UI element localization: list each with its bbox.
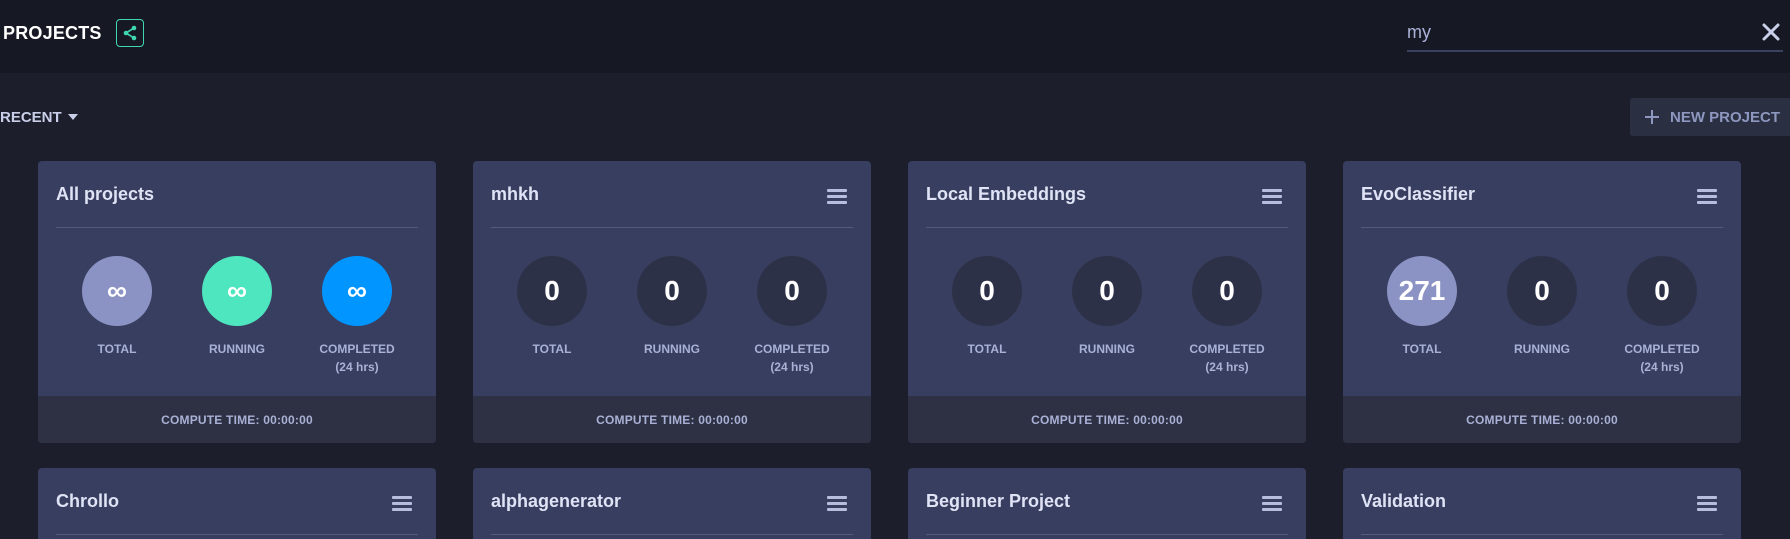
menu-icon[interactable]	[1697, 187, 1719, 205]
running-circle: 0	[637, 256, 707, 326]
total-circle: 0	[517, 256, 587, 326]
completed-sub-label: (24 hrs)	[335, 360, 379, 374]
card-divider	[926, 227, 1288, 228]
top-bar: PROJECTS	[0, 0, 1790, 73]
stat-total: 271 TOTAL	[1362, 256, 1482, 358]
completed-label: COMPLETED	[1189, 342, 1265, 356]
project-card-beginner-project[interactable]: Beginner Project	[908, 468, 1306, 539]
stat-label-running: RUNNING	[1079, 342, 1135, 356]
card-title: alphagenerator	[491, 491, 622, 511]
card-divider	[56, 227, 418, 228]
project-card-alphagenerator[interactable]: alphagenerator	[473, 468, 871, 539]
total-circle: 271	[1387, 256, 1457, 326]
stat-completed: 0 COMPLETED (24 hrs)	[1602, 256, 1722, 376]
completed-sub-label: (24 hrs)	[770, 360, 814, 374]
completed-sub-label: (24 hrs)	[1205, 360, 1249, 374]
card-footer-compute-time: COMPUTE TIME: 00:00:00	[1343, 396, 1741, 443]
stat-label-running: RUNNING	[209, 342, 265, 356]
card-divider	[926, 534, 1288, 535]
card-title: mhkh	[491, 184, 540, 204]
card-title: Validation	[1361, 491, 1447, 511]
new-project-label: NEW PROJECT	[1670, 108, 1781, 126]
completed-label: COMPLETED	[754, 342, 830, 356]
card-title: Local Embeddings	[926, 184, 1087, 204]
page-title: PROJECTS	[3, 23, 102, 43]
completed-circle: 0	[1192, 256, 1262, 326]
project-card-local-embeddings[interactable]: Local Embeddings 0 TOTAL 0 RUNNING 0 COM…	[908, 161, 1306, 443]
card-footer-compute-time: COMPUTE TIME: 00:00:00	[38, 396, 436, 443]
stat-label-running: RUNNING	[1514, 342, 1570, 356]
stat-label-completed: COMPLETED (24 hrs)	[1167, 340, 1287, 376]
completed-circle: 0	[1627, 256, 1697, 326]
stat-running: 0 RUNNING	[1482, 256, 1602, 358]
stat-label-completed: COMPLETED (24 hrs)	[297, 340, 417, 376]
project-card-mhkh[interactable]: mhkh 0 TOTAL 0 RUNNING 0 COMPLETED (24 h…	[473, 161, 871, 443]
stat-completed: ∞ COMPLETED (24 hrs)	[297, 256, 417, 376]
stat-total: 0 TOTAL	[927, 256, 1047, 358]
completed-circle: ∞	[322, 256, 392, 326]
completed-circle: 0	[757, 256, 827, 326]
stat-completed: 0 COMPLETED (24 hrs)	[732, 256, 852, 376]
card-title: Chrollo	[56, 491, 119, 511]
stat-completed: 0 COMPLETED (24 hrs)	[1167, 256, 1287, 376]
stat-running: ∞ RUNNING	[177, 256, 297, 358]
stat-label-total: TOTAL	[1402, 342, 1442, 356]
stat-label-completed: COMPLETED (24 hrs)	[732, 340, 852, 376]
card-title: All projects	[56, 184, 155, 204]
stat-label-total: TOTAL	[97, 342, 137, 356]
sort-dropdown[interactable]: RECENT	[0, 107, 78, 127]
menu-icon[interactable]	[827, 494, 849, 512]
running-circle: 0	[1072, 256, 1142, 326]
close-icon	[1762, 23, 1780, 41]
card-title: EvoClassifier	[1361, 184, 1476, 204]
search-input[interactable]	[1407, 18, 1747, 46]
stat-label-running: RUNNING	[644, 342, 700, 356]
new-project-button[interactable]: NEW PROJECT	[1630, 98, 1790, 136]
stat-label-total: TOTAL	[532, 342, 572, 356]
search-box	[1407, 16, 1783, 52]
stat-running: 0 RUNNING	[612, 256, 732, 358]
menu-icon[interactable]	[392, 494, 414, 512]
running-circle: ∞	[202, 256, 272, 326]
caret-down-icon	[67, 114, 78, 120]
card-title: Beginner Project	[926, 491, 1071, 511]
card-divider	[491, 534, 853, 535]
completed-label: COMPLETED	[319, 342, 395, 356]
card-footer-compute-time: COMPUTE TIME: 00:00:00	[908, 396, 1306, 443]
card-divider	[56, 534, 418, 535]
menu-icon[interactable]	[1262, 187, 1284, 205]
stat-label-total: TOTAL	[967, 342, 1007, 356]
completed-label: COMPLETED	[1624, 342, 1700, 356]
total-circle: 0	[952, 256, 1022, 326]
share-button[interactable]	[116, 19, 144, 47]
stat-label-completed: COMPLETED (24 hrs)	[1602, 340, 1722, 376]
stat-total: ∞ TOTAL	[57, 256, 177, 358]
project-card-all-projects[interactable]: All projects ∞ TOTAL ∞ RUNNING ∞ COMPLET…	[38, 161, 436, 443]
project-card-validation[interactable]: Validation	[1343, 468, 1741, 539]
card-divider	[1361, 534, 1723, 535]
sort-label: RECENT	[0, 108, 62, 126]
menu-icon[interactable]	[827, 187, 849, 205]
share-icon	[123, 25, 137, 41]
total-circle: ∞	[82, 256, 152, 326]
menu-icon[interactable]	[1262, 494, 1284, 512]
running-circle: 0	[1507, 256, 1577, 326]
project-card-chrollo[interactable]: Chrollo	[38, 468, 436, 539]
clear-search-button[interactable]	[1761, 22, 1781, 42]
card-footer-compute-time: COMPUTE TIME: 00:00:00	[473, 396, 871, 443]
plus-icon	[1645, 110, 1659, 124]
completed-sub-label: (24 hrs)	[1640, 360, 1684, 374]
card-divider	[491, 227, 853, 228]
stat-running: 0 RUNNING	[1047, 256, 1167, 358]
project-card-evoclassifier[interactable]: EvoClassifier 271 TOTAL 0 RUNNING 0 COMP…	[1343, 161, 1741, 443]
card-divider	[1361, 227, 1723, 228]
menu-icon[interactable]	[1697, 494, 1719, 512]
stat-total: 0 TOTAL	[492, 256, 612, 358]
